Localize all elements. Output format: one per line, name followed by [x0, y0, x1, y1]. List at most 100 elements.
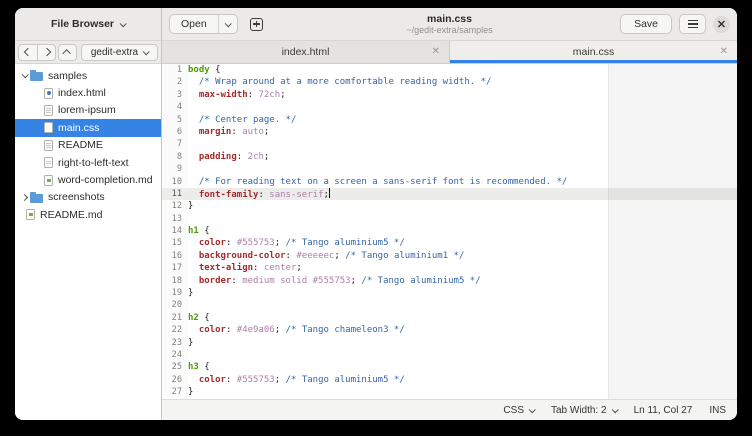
menu-button[interactable]: [679, 14, 706, 34]
line-number: 5: [162, 114, 188, 126]
tab-label: index.html: [282, 46, 330, 58]
file-icon: [44, 122, 53, 133]
tab-main-css[interactable]: main.css✕: [450, 41, 737, 63]
tree-item-samples[interactable]: samples: [15, 67, 161, 84]
tab-width-label: Tab Width: 2: [551, 405, 607, 416]
tab-index-html[interactable]: index.html ✕: [162, 41, 450, 63]
statusbar: CSS Tab Width: 2 Ln 11, Col 27 INS: [162, 399, 737, 420]
line-text: border: medium solid #555753; /* Tango a…: [188, 275, 481, 287]
tab-width-dropdown[interactable]: Tab Width: 2: [551, 405, 617, 416]
tree-item-readme[interactable]: README: [15, 137, 161, 154]
code-line[interactable]: 23}: [162, 337, 737, 349]
code-line[interactable]: 19}: [162, 287, 737, 299]
window-close-button[interactable]: ✕: [713, 16, 730, 33]
tab-close-icon[interactable]: ✕: [432, 47, 440, 57]
code-editor[interactable]: 1body {2 /* Wrap around at a more comfor…: [162, 64, 737, 399]
code-line[interactable]: 4: [162, 101, 737, 113]
code-line[interactable]: 21h2 {: [162, 312, 737, 324]
code-line[interactable]: 20: [162, 299, 737, 311]
tree-item-label: right-to-left-text: [58, 157, 129, 169]
code-line[interactable]: 11 font-family: sans-serif;: [162, 188, 737, 200]
code-line[interactable]: 3 max-width: 72ch;: [162, 89, 737, 101]
tree-item-main-css[interactable]: main.css: [15, 119, 161, 136]
code-line[interactable]: 7: [162, 138, 737, 150]
code-line[interactable]: 5 /* Center page. */: [162, 114, 737, 126]
tree-item-label: screenshots: [48, 191, 105, 203]
code-line[interactable]: 26 color: #555753; /* Tango aluminium5 *…: [162, 374, 737, 386]
language-dropdown[interactable]: CSS: [503, 405, 534, 416]
code-line[interactable]: 8 padding: 2ch;: [162, 151, 737, 163]
code-line[interactable]: 16 background-color: #eeeeec; /* Tango a…: [162, 250, 737, 262]
insert-mode[interactable]: INS: [709, 405, 726, 416]
location-dropdown[interactable]: gedit-extra: [81, 44, 158, 61]
open-recent-dropdown[interactable]: [218, 14, 238, 34]
headerbar: Open main.css ~/gedit-extra/samples Save…: [162, 8, 737, 41]
code-line[interactable]: 1body {: [162, 64, 737, 76]
code-line[interactable]: 22 color: #4e9a06; /* Tango chameleon3 *…: [162, 324, 737, 336]
line-number: 19: [162, 287, 188, 299]
code-line[interactable]: 27}: [162, 386, 737, 398]
line-number: 16: [162, 250, 188, 262]
line-text: }: [188, 287, 193, 299]
tree-item-label: README: [58, 139, 103, 151]
code-line[interactable]: 6 margin: auto;: [162, 126, 737, 138]
tree-item-screenshots[interactable]: screenshots: [15, 189, 161, 206]
forward-button[interactable]: [37, 44, 56, 61]
line-number: 14: [162, 225, 188, 237]
tree-item-index-html[interactable]: index.html: [15, 84, 161, 101]
expander-right-icon[interactable]: [18, 195, 30, 200]
tree-item-lorem-ipsum[interactable]: lorem-ipsum: [15, 102, 161, 119]
code-line[interactable]: 2 /* Wrap around at a more comfortable r…: [162, 76, 737, 88]
cursor-position[interactable]: Ln 11, Col 27: [634, 405, 693, 416]
code-line[interactable]: 14h1 {: [162, 225, 737, 237]
tab-bar: index.html✕main.css✕: [162, 41, 737, 64]
code-line[interactable]: 10 /* For reading text on a screen a san…: [162, 176, 737, 188]
tree-item-right-to-left-text[interactable]: right-to-left-text: [15, 154, 161, 171]
line-text: margin: auto;: [188, 126, 269, 138]
tree-item-word-completion-md[interactable]: word-completion.md: [15, 171, 161, 188]
tab-close-icon[interactable]: ✕: [720, 47, 728, 57]
open-button[interactable]: Open: [169, 14, 219, 34]
tree-item-readme-md[interactable]: README.md: [15, 206, 161, 223]
line-number: 6: [162, 126, 188, 138]
line-text: h3 {: [188, 361, 210, 373]
expander-down-icon[interactable]: [18, 73, 30, 78]
line-number: 20: [162, 299, 188, 311]
window-title-block: main.css ~/gedit-extra/samples: [406, 13, 492, 35]
code-line[interactable]: 12}: [162, 200, 737, 212]
chevron-down-icon: [529, 406, 536, 413]
close-icon: ✕: [717, 18, 726, 31]
location-label: gedit-extra: [91, 47, 138, 58]
file-icon: [44, 88, 53, 99]
line-text: color: #4e9a06; /* Tango chameleon3 */: [188, 324, 405, 336]
line-text: /* For reading text on a screen a sans-s…: [188, 176, 567, 188]
document-path: ~/gedit-extra/samples: [406, 25, 492, 35]
line-number: 24: [162, 349, 188, 361]
code-line[interactable]: 24: [162, 349, 737, 361]
code-line[interactable]: 13: [162, 213, 737, 225]
forward-icon: [42, 48, 50, 56]
new-tab-button[interactable]: [245, 14, 269, 34]
line-text: font-family: sans-serif;: [188, 188, 330, 200]
panel-switcher-button[interactable]: File Browser: [15, 8, 161, 41]
line-number: 3: [162, 89, 188, 101]
history-buttons: [18, 44, 56, 61]
chevron-down-icon: [611, 406, 618, 413]
file-tree: samplesindex.htmllorem-ipsummain.css READ…: [15, 64, 161, 420]
line-text: background-color: #eeeeec; /* Tango alum…: [188, 250, 464, 262]
line-number: 26: [162, 374, 188, 386]
gedit-window: File Browser gedit-extra samplesindex.ht…: [15, 8, 737, 420]
code-line[interactable]: 15 color: #555753; /* Tango aluminium5 *…: [162, 237, 737, 249]
line-number: 27: [162, 386, 188, 398]
line-text: }: [188, 337, 193, 349]
code-line[interactable]: 17 text-align: center;: [162, 262, 737, 274]
back-button[interactable]: [18, 44, 37, 61]
save-button[interactable]: Save: [620, 14, 672, 34]
chevron-down-icon: [120, 20, 127, 27]
up-button[interactable]: [58, 44, 77, 61]
code-line[interactable]: 18 border: medium solid #555753; /* Tang…: [162, 275, 737, 287]
line-text: text-align: center;: [188, 262, 302, 274]
code-line[interactable]: 9: [162, 163, 737, 175]
code-line[interactable]: 25h3 {: [162, 361, 737, 373]
file-browser-panel: File Browser gedit-extra samplesindex.ht…: [15, 8, 162, 420]
